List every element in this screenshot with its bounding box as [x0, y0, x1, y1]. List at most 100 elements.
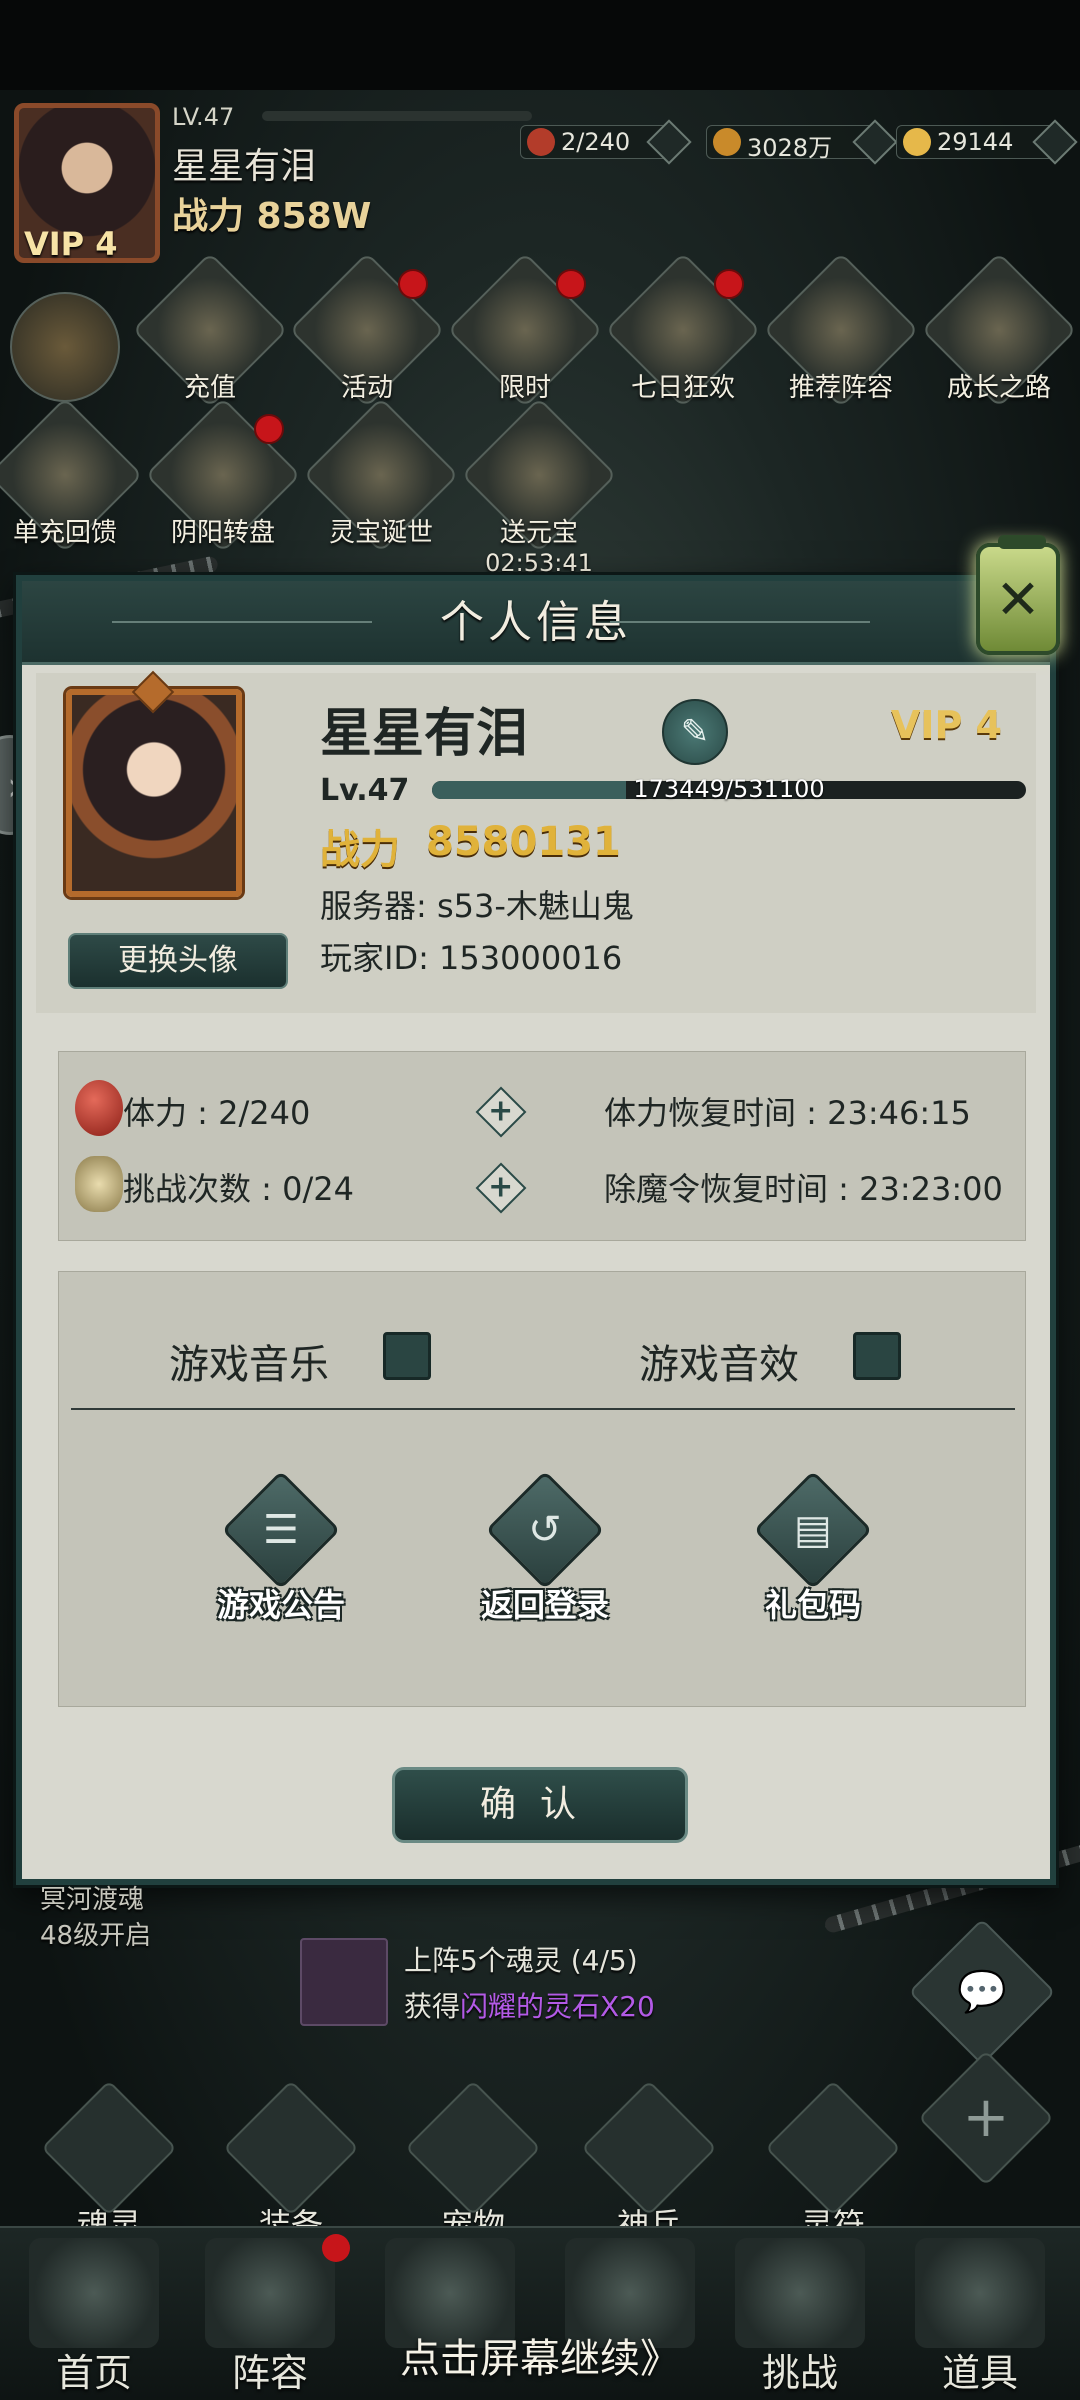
activity-limited[interactable]: 限时	[447, 252, 603, 408]
settings-panel: 游戏音乐 游戏音效 ☰ 游戏公告 ↺ 返回登录 ▤ 礼包码	[58, 1271, 1026, 1707]
add-stamina-button[interactable]: +	[475, 1086, 527, 1138]
coin-value: 3028万	[747, 134, 833, 162]
server-info: 服务器: s53-木魅山鬼	[320, 887, 634, 925]
locked-feature-hint: 冥河渡魂 48级开启	[40, 1882, 151, 1954]
level-bar-small	[262, 111, 532, 121]
subnav-talismans[interactable]: 灵符	[765, 2080, 901, 2246]
add-ingot-button[interactable]	[1032, 119, 1078, 165]
player-portrait[interactable]	[66, 689, 242, 897]
quest-reward-icon	[300, 1938, 388, 2026]
notification-dot	[398, 269, 428, 299]
stamina-resource: 2/240	[520, 119, 692, 165]
spiral-emblem[interactable]	[0, 269, 143, 425]
announcement-button[interactable]: ☰ 游戏公告	[181, 1470, 381, 1626]
lantern-cap	[998, 535, 1046, 549]
add-challenge-button[interactable]: +	[475, 1162, 527, 1214]
quest-title: 上阵5个魂灵 (4/5)	[404, 1944, 638, 1977]
add-coin-button[interactable]	[852, 119, 898, 165]
level-label-small: LV.47	[172, 103, 235, 131]
status-bar	[0, 0, 1080, 90]
add-stamina-button[interactable]	[646, 119, 692, 165]
gold-ingot-icon	[903, 128, 931, 156]
stats-panel: 体力 : 2/240 + 体力恢复时间 : 23:46:15 挑战次数 : 0/…	[58, 1051, 1026, 1241]
power-value: 8580131	[426, 819, 621, 865]
vip-badge-small: VIP 4	[24, 225, 118, 263]
music-label: 游戏音乐	[169, 1342, 329, 1388]
player-id: 玩家ID: 153000016	[320, 939, 623, 977]
activity-recharge[interactable]: 充值	[132, 252, 288, 408]
activity-growth-path[interactable]: 成长之路	[921, 252, 1077, 408]
activity-spirit-treasure[interactable]: 灵宝诞世	[303, 397, 459, 553]
top-bar: VIP 4 LV.47 星星有泪 战力 858W 2/240 3028万 291…	[0, 95, 1080, 263]
close-icon: ✕	[995, 567, 1041, 631]
activity-label: 限时	[498, 373, 551, 403]
stamina-orb-icon	[75, 1080, 123, 1136]
notification-dot	[556, 269, 586, 299]
ingot-value: 29144	[937, 128, 1014, 156]
ingot-resource: 29144	[896, 119, 1078, 165]
subnav-equipment[interactable]: 装备	[223, 2080, 359, 2246]
exp-text: 173449/531100	[633, 775, 825, 803]
souls-icon	[41, 2080, 177, 2216]
header-decoration	[112, 621, 372, 623]
plus-icon: +	[962, 2085, 1010, 2150]
subnav-souls[interactable]: 魂灵	[41, 2080, 177, 2246]
challenge-scroll-icon	[75, 1156, 123, 1212]
player-level: Lv.47	[320, 773, 410, 808]
gift-code-label: 礼包码	[764, 1586, 861, 1624]
gift-code-icon: ▤	[753, 1470, 873, 1590]
activity-free-ingots[interactable]: 送元宝 02:53:41	[461, 397, 617, 577]
activity-label: 成长之路	[946, 373, 1051, 403]
confirm-button[interactable]: 确认	[392, 1767, 688, 1843]
subnav-pets[interactable]: 宠物	[405, 2080, 541, 2246]
activity-events[interactable]: 活动	[289, 252, 445, 408]
activity-label: 充值	[183, 373, 236, 403]
music-checkbox[interactable]	[383, 1332, 431, 1380]
copper-coin-icon	[713, 128, 741, 156]
sfx-checkbox[interactable]	[853, 1332, 901, 1380]
activity-single-recharge[interactable]: 单充回馈	[0, 397, 143, 553]
announcement-icon: ☰	[221, 1470, 341, 1590]
activity-label: 七日狂欢	[630, 373, 735, 403]
close-button[interactable]: ✕	[976, 535, 1060, 655]
activity-label: 送元宝	[499, 518, 578, 548]
coin-resource: 3028万	[706, 119, 898, 165]
power-label: 战力	[320, 826, 400, 873]
activity-label: 活动	[340, 373, 393, 403]
activity-seven-days[interactable]: 七日狂欢	[605, 252, 761, 408]
return-login-button[interactable]: ↺ 返回登录	[445, 1470, 645, 1626]
subnav-divine-weapons[interactable]: 神兵	[581, 2080, 717, 2246]
sfx-label: 游戏音效	[639, 1342, 799, 1388]
divider	[71, 1408, 1015, 1410]
notification-dot	[254, 414, 284, 444]
challenge-count-stat: 挑战次数 : 0/24	[123, 1170, 354, 1208]
quest-tracker[interactable]: 上阵5个魂灵 (4/5) 获得闪耀的灵石X20	[404, 1938, 655, 2030]
announcement-label: 游戏公告	[216, 1586, 345, 1624]
notification-dot	[714, 269, 744, 299]
plus-icon: +	[488, 1093, 514, 1129]
vip-level: VIP 4	[890, 703, 1002, 747]
stamina-orb-icon	[527, 128, 555, 156]
activity-label: 灵宝诞世	[328, 518, 433, 548]
sword-icon	[581, 2080, 717, 2216]
edit-name-button[interactable]: ✎	[662, 699, 728, 765]
tap-to-continue[interactable]: 点击屏幕继续》	[0, 2326, 1080, 2384]
dialog-title: 个人信息	[440, 597, 632, 648]
quest-reward-prefix: 获得	[404, 1990, 461, 2023]
gift-code-button[interactable]: ▤ 礼包码	[713, 1470, 913, 1626]
return-login-icon: ↺	[485, 1470, 605, 1590]
equipment-icon	[223, 2080, 359, 2216]
pets-icon	[405, 2080, 541, 2216]
demon-order-recover-time: 除魔令恢复时间 : 23:23:00	[604, 1170, 1003, 1208]
locked-feature-name: 冥河渡魂	[40, 1885, 145, 1915]
chat-bubble-icon: 💬	[957, 1969, 1007, 2015]
activity-recommended-lineup[interactable]: 推荐阵容	[763, 252, 919, 408]
plus-icon: +	[488, 1169, 514, 1205]
quest-reward-line: 获得闪耀的灵石X20	[404, 1984, 655, 2030]
player-name-small: 星星有泪	[172, 146, 317, 187]
quest-reward-text: 闪耀的灵石X20	[460, 1990, 655, 2023]
activity-label: 单充回馈	[12, 518, 117, 548]
change-avatar-button[interactable]: 更换头像	[68, 933, 288, 989]
notification-dot	[322, 2234, 350, 2262]
activity-yin-yang-wheel[interactable]: 阴阳转盘	[145, 397, 301, 553]
